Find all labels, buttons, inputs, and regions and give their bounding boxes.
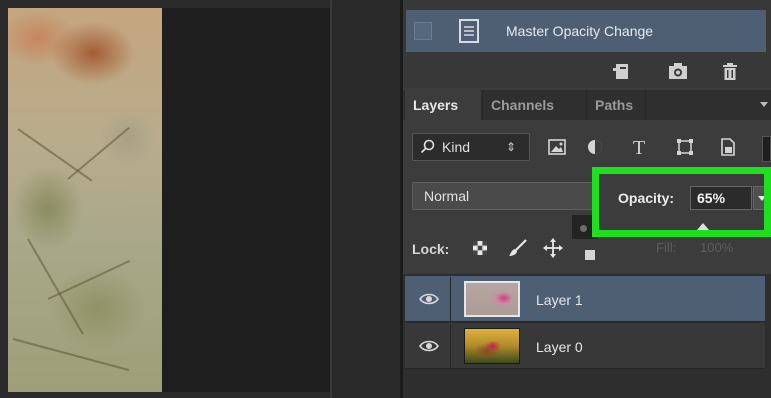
smart-object-filter-icon[interactable]	[716, 136, 738, 158]
move-icon[interactable]	[542, 237, 564, 259]
canvas-detail	[12, 338, 130, 372]
search-icon	[420, 139, 436, 155]
tab-paths[interactable]: Paths	[586, 90, 646, 120]
opacity-slider-knob[interactable]	[580, 225, 587, 232]
lock-all-icon[interactable]	[578, 248, 600, 262]
layer-thumbnail[interactable]	[464, 328, 520, 364]
select-arrows-icon: ⇕	[506, 140, 517, 154]
history-state-label: Master Opacity Change	[506, 23, 654, 39]
canvas-detail	[17, 128, 93, 182]
fill-value[interactable]: 100%	[700, 236, 733, 260]
fill-label: Fill:	[656, 240, 677, 255]
blend-mode-value: Normal	[424, 188, 470, 204]
canvas-background	[162, 8, 330, 392]
canvas-image[interactable]	[8, 8, 162, 392]
history-brush-source-checkbox[interactable]	[414, 22, 432, 40]
opacity-highlight-box	[592, 167, 771, 237]
image-filter-icon[interactable]	[546, 136, 568, 158]
layer-divider	[450, 277, 451, 321]
lock-transparent-pixels-icon[interactable]	[469, 237, 491, 259]
svg-text:T: T	[633, 137, 645, 158]
trash-icon[interactable]	[718, 60, 742, 82]
brush-icon[interactable]	[507, 237, 529, 259]
shape-filter-icon[interactable]	[674, 136, 696, 158]
panel-menu-icon[interactable]	[756, 96, 771, 112]
panel-dock-gap	[332, 0, 402, 398]
layer-name[interactable]: Layer 0	[536, 337, 583, 357]
canvas-detail	[67, 126, 130, 180]
eye-icon[interactable]	[418, 339, 440, 353]
layer-row[interactable]	[405, 276, 765, 322]
layer-row[interactable]	[405, 323, 765, 369]
filter-kind-label: Kind	[442, 139, 471, 155]
document-icon	[458, 18, 480, 44]
type-filter-icon[interactable]: T	[628, 136, 650, 159]
new-document-from-state-icon[interactable]	[610, 60, 634, 82]
camera-icon[interactable]	[666, 60, 690, 82]
layer-thumbnail[interactable]	[464, 281, 520, 317]
adjustment-filter-icon[interactable]	[584, 136, 606, 158]
filter-toggle[interactable]	[762, 136, 771, 162]
eye-icon[interactable]	[418, 292, 440, 306]
layer-divider	[450, 324, 451, 368]
tab-channels[interactable]: Channels	[482, 90, 578, 120]
tab-layers[interactable]: Layers	[405, 90, 481, 120]
lock-label: Lock:	[412, 241, 450, 257]
canvas-detail	[47, 260, 130, 300]
layer-name[interactable]: Layer 1	[536, 290, 583, 310]
